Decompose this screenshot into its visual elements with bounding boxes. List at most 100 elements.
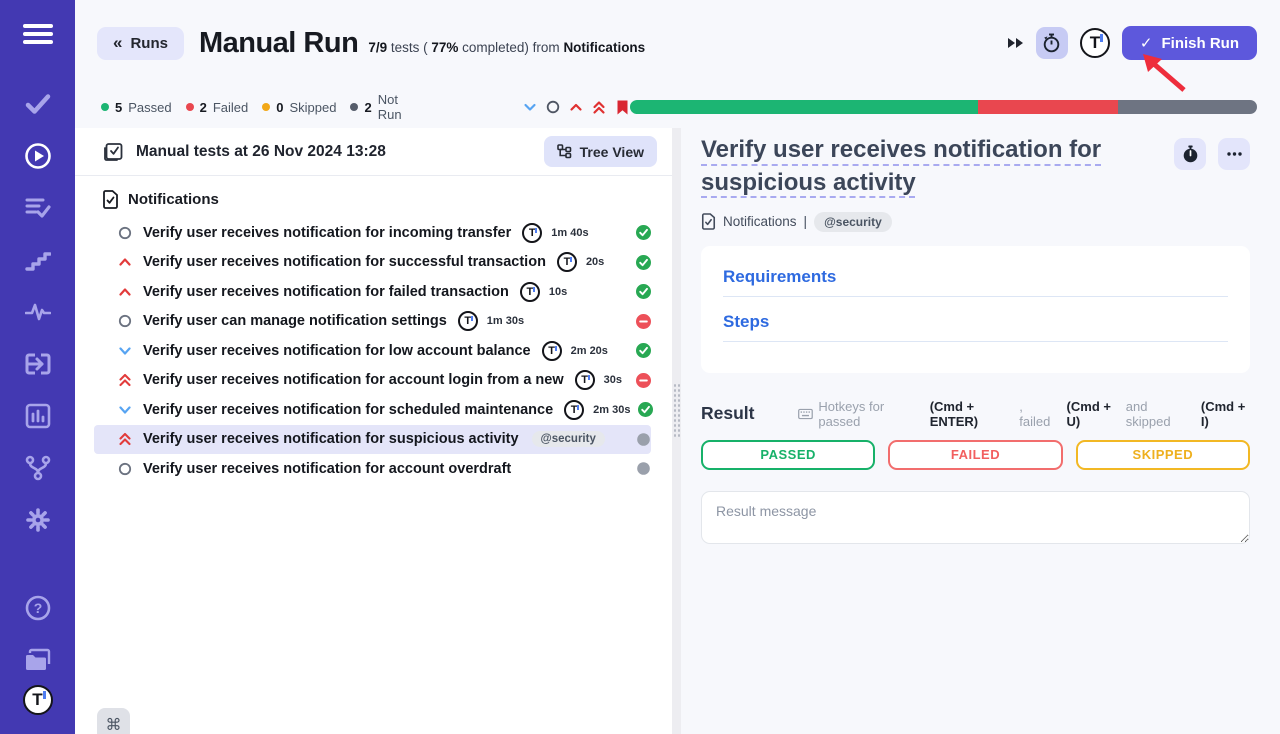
- circle-icon[interactable]: [546, 100, 560, 114]
- fast-forward-icon[interactable]: [1007, 36, 1024, 50]
- test-row[interactable]: Verify user receives notification for in…: [94, 218, 651, 248]
- timer-button[interactable]: [1036, 27, 1068, 59]
- tree-icon: [557, 144, 572, 159]
- more-options-button[interactable]: [1218, 138, 1250, 170]
- play-circle-icon[interactable]: [0, 136, 75, 176]
- stat-skipped: 0Skipped: [262, 100, 336, 115]
- double-chevron-up-icon[interactable]: [592, 100, 606, 115]
- test-row[interactable]: Verify user receives notification for su…: [94, 248, 651, 278]
- status-failed-icon: [636, 373, 651, 388]
- stopwatch-button[interactable]: [1174, 138, 1206, 170]
- failed-button[interactable]: FAILED: [888, 440, 1062, 470]
- test-row[interactable]: Verify user receives notification for ac…: [94, 454, 651, 484]
- check-icon[interactable]: [0, 84, 75, 124]
- document-check-icon: [701, 213, 716, 230]
- testomat-icon: T: [557, 252, 577, 272]
- list-check-icon[interactable]: [0, 188, 75, 228]
- status-notrun-icon: [636, 432, 651, 447]
- main-area: « Runs Manual Run 7/9 tests ( 77% comple…: [75, 0, 1280, 734]
- priority-normal-icon: [117, 313, 133, 329]
- result-buttons: PASSED FAILED SKIPPED: [701, 440, 1250, 470]
- status-row: 5Passed 2Failed 0Skipped 2Not Run: [75, 86, 1280, 128]
- back-to-runs-label: Runs: [130, 35, 168, 52]
- steps-link[interactable]: Steps: [723, 312, 769, 332]
- priority-normal-icon: [117, 225, 133, 241]
- gear-icon[interactable]: [0, 500, 75, 540]
- pulse-icon[interactable]: [0, 292, 75, 332]
- app-logo[interactable]: T: [0, 680, 75, 720]
- testomat-icon: T: [542, 341, 562, 361]
- priority-high-icon: [117, 254, 133, 270]
- breadcrumb-folder[interactable]: Notifications: [723, 214, 797, 229]
- stat-passed: 5Passed: [101, 100, 172, 115]
- test-row[interactable]: Verify user receives notification for ac…: [94, 366, 651, 396]
- test-row[interactable]: Verify user receives notification for sc…: [94, 395, 651, 425]
- failed-dot: [186, 103, 194, 111]
- skipped-button[interactable]: SKIPPED: [1076, 440, 1250, 470]
- testomat-icon: T: [522, 223, 542, 243]
- run-subtitle: 7/9 tests ( 77% completed) from Notifica…: [368, 40, 645, 55]
- breadcrumb: Notifications | @security: [701, 212, 1250, 232]
- back-to-runs-button[interactable]: « Runs: [97, 27, 184, 60]
- folders-icon[interactable]: [0, 640, 75, 680]
- status-passed-icon: [636, 225, 651, 240]
- top-bar: « Runs Manual Run 7/9 tests ( 77% comple…: [75, 0, 1280, 86]
- test-row[interactable]: Verify user receives notification for fa…: [94, 277, 651, 307]
- tree-view-button[interactable]: Tree View: [544, 136, 657, 167]
- passed-dot: [101, 103, 109, 111]
- tag-badge[interactable]: @security: [814, 212, 892, 232]
- tag-badge: @security: [532, 431, 605, 447]
- priority-normal-icon: [117, 461, 133, 477]
- priority-high-icon: [117, 284, 133, 300]
- bar-chart-icon[interactable]: [0, 396, 75, 436]
- test-row[interactable]: Verify user can manage notification sett…: [94, 307, 651, 337]
- notrun-dot: [350, 103, 358, 111]
- stairs-icon[interactable]: [0, 240, 75, 280]
- svg-text:?: ?: [33, 600, 42, 616]
- stopwatch-icon: [1042, 33, 1061, 53]
- keyboard-icon: [798, 408, 813, 420]
- suite-folder[interactable]: Notifications: [75, 176, 672, 215]
- status-notrun-icon: [636, 461, 651, 476]
- panel-splitter[interactable]: [672, 128, 681, 734]
- testomat-icon: T: [520, 282, 540, 302]
- status-passed-icon: [638, 402, 653, 417]
- chevron-down-icon[interactable]: [523, 100, 537, 114]
- help-icon[interactable]: ?: [0, 588, 75, 628]
- chevron-up-icon[interactable]: [569, 100, 583, 114]
- result-label: Result: [701, 403, 754, 424]
- test-list-panel: Manual tests at 26 Nov 2024 13:28 Tree V…: [75, 128, 672, 734]
- status-passed-icon: [636, 255, 651, 270]
- sidebar: ? T: [0, 0, 75, 734]
- test-sections-card: Requirements Steps: [701, 246, 1250, 373]
- priority-filters: [523, 99, 630, 116]
- test-detail-title: Verify user receives notification for su…: [701, 134, 1174, 200]
- git-branch-icon[interactable]: [0, 448, 75, 488]
- bookmark-icon[interactable]: [615, 99, 630, 116]
- test-row-selected[interactable]: Verify user receives notification for su…: [94, 425, 651, 455]
- testomat-icon: T: [575, 370, 595, 390]
- status-passed-icon: [636, 343, 651, 358]
- document-check-icon: [102, 190, 119, 209]
- divider: [723, 341, 1228, 342]
- check-icon: ✓: [1140, 34, 1153, 52]
- testomat-icon: T: [458, 311, 478, 331]
- stopwatch-icon: [1183, 145, 1198, 163]
- import-icon[interactable]: [0, 344, 75, 384]
- test-row[interactable]: Verify user receives notification for lo…: [94, 336, 651, 366]
- finish-run-button[interactable]: ✓ Finish Run: [1122, 26, 1257, 60]
- checked-board-icon: [103, 142, 123, 162]
- ellipsis-icon: [1227, 152, 1242, 156]
- run-list-title: Manual tests at 26 Nov 2024 13:28: [136, 143, 386, 161]
- result-header: Result Hotkeys for passed (Cmd + ENTER) …: [701, 399, 1250, 429]
- hotkeys-shortcut-button[interactable]: ⌘: [97, 708, 130, 734]
- requirements-link[interactable]: Requirements: [723, 267, 836, 287]
- brand-logo[interactable]: T: [1080, 28, 1110, 58]
- double-chevron-left-icon: «: [113, 33, 122, 53]
- progress-notrun-segment: [1118, 100, 1257, 114]
- breadcrumb-separator: |: [804, 214, 808, 229]
- result-message-input[interactable]: [701, 491, 1250, 544]
- passed-button[interactable]: PASSED: [701, 440, 875, 470]
- hamburger-menu-icon[interactable]: [0, 14, 75, 54]
- status-failed-icon: [636, 314, 651, 329]
